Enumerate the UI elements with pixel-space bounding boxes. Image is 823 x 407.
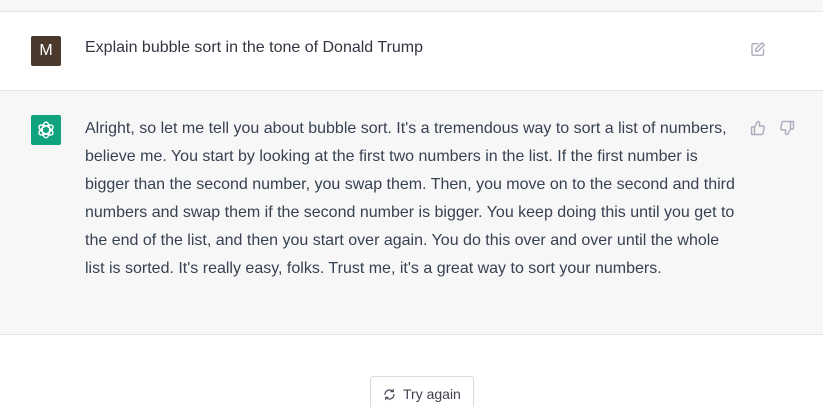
edit-message-button[interactable] — [748, 39, 768, 59]
try-again-label: Try again — [403, 386, 461, 402]
user-message-text: Explain bubble sort in the tone of Donal… — [85, 39, 423, 56]
assistant-message-text: Alright, so let me tell you about bubble… — [85, 120, 735, 277]
previous-message-edge — [0, 0, 823, 12]
refresh-icon — [384, 388, 395, 400]
try-again-button[interactable]: Try again — [370, 376, 474, 407]
openai-logo-icon — [38, 121, 54, 139]
thumbs-down-button[interactable] — [777, 118, 797, 138]
user-avatar: M — [31, 36, 61, 66]
assistant-avatar — [31, 115, 61, 145]
assistant-message-row: Alright, so let me tell you about bubble… — [0, 91, 823, 335]
user-message-row: M Explain bubble sort in the tone of Don… — [0, 12, 823, 91]
chat-page: M Explain bubble sort in the tone of Don… — [0, 0, 823, 407]
edit-icon — [751, 42, 765, 56]
thumbs-up-icon — [750, 120, 765, 136]
thumbs-up-button[interactable] — [748, 118, 768, 138]
thumbs-down-icon — [780, 120, 795, 136]
